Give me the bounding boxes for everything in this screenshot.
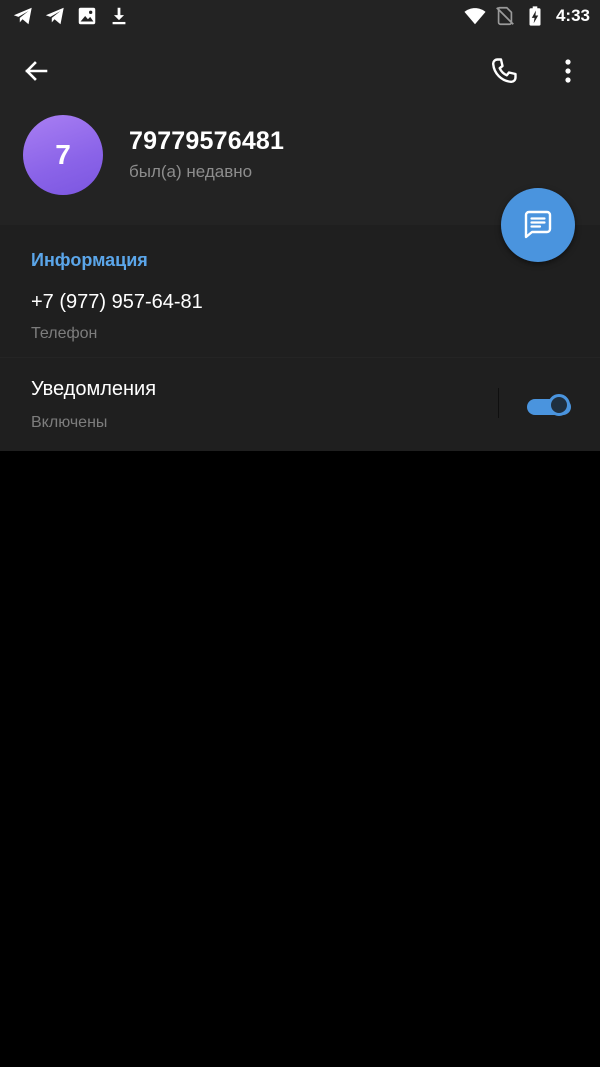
screen: 4:33 7 79779576481 был(а) недавно Информ…: [0, 0, 600, 1067]
section-title-info: Информация: [31, 250, 148, 270]
phone-number[interactable]: +7 (977) 957-64-81: [31, 291, 203, 314]
phone-label: Телефон: [31, 325, 98, 342]
avatar[interactable]: 7: [23, 115, 103, 195]
status-bar: 4:33: [0, 0, 600, 33]
status-bar-notifications: [12, 5, 130, 27]
profile-status: был(а) недавно: [129, 162, 253, 181]
more-vertical-icon: [565, 59, 571, 83]
no-sim-icon: [496, 6, 514, 26]
notifications-title: Уведомления: [31, 378, 157, 400]
profile-header: 7 79779576481 был(а) недавно: [0, 33, 600, 225]
notifications-toggle[interactable]: [527, 394, 573, 420]
wifi-icon: [464, 8, 486, 25]
profile-info-section: Информация +7 (977) 957-64-81 Телефон Ув…: [0, 225, 600, 451]
notifications-row[interactable]: Уведомления Включены: [0, 358, 600, 451]
profile-name: 79779576481: [129, 127, 285, 155]
call-button[interactable]: [488, 55, 520, 87]
message-icon: [524, 210, 552, 239]
battery-charging-icon: [529, 6, 541, 26]
phone-icon: [491, 58, 517, 84]
status-bar-system: 4:33: [464, 4, 590, 28]
telegram-icon: [13, 7, 32, 25]
notifications-status: Включены: [31, 414, 108, 431]
arrow-left-icon: [25, 61, 48, 81]
more-options-button[interactable]: [556, 55, 580, 87]
download-icon: [112, 7, 126, 25]
send-message-button[interactable]: [501, 188, 575, 262]
back-button[interactable]: [20, 55, 52, 87]
toggle-knob: [548, 394, 570, 416]
image-icon: [78, 7, 96, 25]
status-time: 4:33: [555, 6, 590, 25]
telegram-icon: [45, 7, 64, 25]
avatar-letter: 7: [55, 139, 71, 170]
vertical-divider: [498, 388, 499, 418]
